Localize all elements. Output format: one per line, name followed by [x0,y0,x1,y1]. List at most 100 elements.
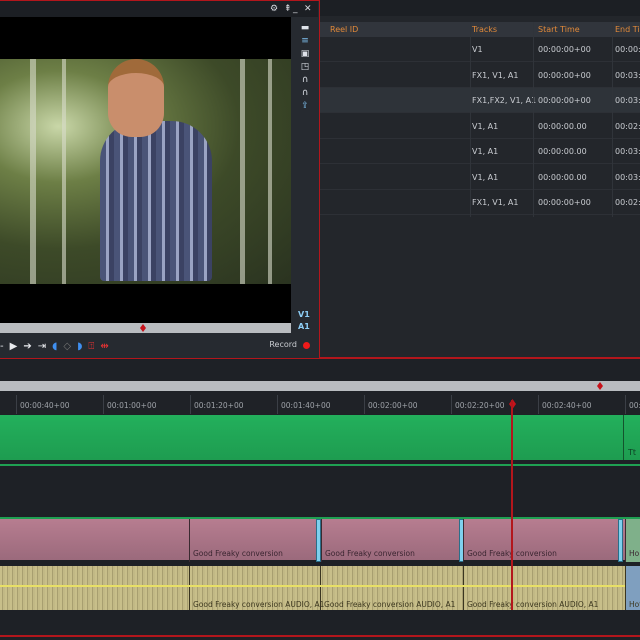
clip-list-row[interactable]: FX1,FX2, V1, A1 00:00:00+00 00:03: [320,88,640,113]
step-back-icon[interactable]: - [0,341,4,352]
audio-clip-label[interactable]: Good Freaky conversion AUDIO, A1 [324,600,455,609]
title-clip-label: Tt [628,448,637,457]
video-clip-label[interactable]: Ho [629,549,639,558]
video-clip-label[interactable]: Good Freaky conversion [325,549,415,558]
cell-end: 00:03: [615,70,640,80]
layers-icon[interactable]: ≡ [298,36,312,46]
column-reel-id[interactable]: Reel ID [330,22,358,37]
ruler-tick [16,395,17,414]
folder-icon[interactable]: ▬ [298,23,312,33]
gear-icon[interactable]: ⚙ [270,4,278,14]
viewer-panel: ⚙ ⇞ _ ✕ ▬ ≡ ▣ ◳ ∩ ∩ ⇪ V1 A1 - ▶ ➔ ⇥ ◖ ◇ … [0,0,320,359]
track-label-a1: A1 [298,322,310,331]
cell-start: 00:00:00+00 [538,198,591,207]
clip-list-row[interactable]: V1 00:00:00+00 00:00: [320,37,640,62]
cell-tracks: V1, A1 [472,172,499,182]
cell-start: 00:00:00+00 [538,70,591,80]
cell-tracks: V1 [472,45,483,54]
clip-list-row[interactable]: V1, A1 00:00:00.00 00:03: [320,165,640,190]
pip-icon[interactable]: ◳ [298,62,312,72]
ruler-timecode: 00:00:40+00 [20,401,70,410]
column-start-time[interactable]: Start Time [538,22,580,37]
cell-tracks: FX1, V1, A1 [472,70,519,80]
ruler-tick [451,395,452,414]
video-frame [0,59,291,284]
audio-track[interactable]: Good Freaky conversion AUDIO, A1 Good Fre… [0,566,640,610]
audio-clip-label[interactable]: Good Freaky conversion AUDIO, A1 [467,600,598,609]
audio-clip-label[interactable]: Hot [629,600,640,609]
ruler-timecode: 00:02:00+00 [368,401,418,410]
play-icon[interactable]: ▶ [10,341,18,352]
viewer-title-bar: ⚙ ⇞ _ ✕ [0,1,318,17]
video-clip-label[interactable]: Good Freaky conversion [193,549,283,558]
ruler-timecode: 00:02:20+00 [455,401,505,410]
mark-out-icon[interactable]: ◗ [77,341,82,352]
cell-tracks: V1, A1 [472,121,499,131]
title-track[interactable]: Tt [0,415,640,460]
close-icon[interactable]: ✕ [304,4,312,14]
cell-tracks: FX1,FX2, V1, A1 [472,96,537,105]
timeline-scrubber[interactable] [0,381,640,391]
clip-list-row[interactable]: V1, A1 00:00:00.00 00:02: [320,114,640,139]
record-label[interactable]: Record [269,340,297,349]
track-divider [0,464,640,466]
panel-border [0,635,640,637]
clip-list-title-bar [320,0,640,16]
cell-start: 00:00:00.00 [538,172,587,182]
ruler-timecode: 00:02:40+00 [542,401,592,410]
transition[interactable] [618,519,623,562]
cell-start: 00:00:00+00 [538,45,591,54]
playhead-marker[interactable] [140,324,146,332]
cell-start: 00:00:00+00 [538,96,591,105]
viewer-tool-buttons: ▬ ≡ ▣ ◳ ∩ ∩ ⇪ [296,23,314,114]
timeline-scrub-marker[interactable] [597,382,603,390]
pin-icon[interactable]: ⇞ [284,4,292,14]
video-track[interactable]: Good Freaky conversion Good Freaky conver… [0,517,640,562]
ruler-tick [277,395,278,414]
ruler-tick [364,395,365,414]
clip-list-row[interactable]: FX1, V1, A1 00:00:00+00 00:03: [320,63,640,88]
cell-end: 00:03: [615,147,640,156]
cell-end: 00:03: [615,172,640,182]
timeline-ruler[interactable]: 00:00:40+00 00:01:00+00 00:01:20+00 00:01:4… [0,392,640,414]
cell-end: 00:00: [615,45,640,54]
ruler-timecode: 00:0 [629,401,640,410]
undo-arc-icon[interactable]: ∩ [298,75,312,85]
cell-tracks: V1, A1 [472,147,499,156]
cell-tracks: FX1, V1, A1 [472,198,519,207]
timeline-playhead[interactable] [511,400,513,610]
clip-list-header: Reel ID Tracks Start Time End Ti [320,22,640,37]
overwrite-icon[interactable]: ⇹ [100,341,108,352]
viewer-scrubber[interactable] [0,323,291,333]
ruler-tick [625,395,626,414]
track-label-v1: V1 [298,310,310,319]
frame-icon[interactable]: ▣ [298,49,312,59]
cell-end: 00:03: [615,96,640,105]
transport-controls: - ▶ ➔ ⇥ ◖ ◇ ◗ ⍐ ⇹ [0,339,109,353]
export-icon[interactable]: ⇪ [298,101,312,111]
audio-volume-line[interactable] [0,585,625,587]
clip-list-row[interactable]: V1, A1 00:00:00.00 00:03: [320,139,640,164]
ruler-timecode: 00:01:20+00 [194,401,244,410]
ruler-tick [190,395,191,414]
go-to-end-icon[interactable]: ⇥ [38,341,46,352]
cell-start: 00:00:00.00 [538,121,587,131]
audio-clip-label[interactable]: Good Freaky conversion AUDIO, A1 [193,600,324,609]
ruler-tick [538,395,539,414]
minimize-icon[interactable]: _ [293,4,298,14]
ruler-timecode: 00:01:40+00 [281,401,331,410]
cell-end: 00:02: [615,198,640,207]
record-icon[interactable] [303,342,310,349]
redo-arc-icon[interactable]: ∩ [298,88,312,98]
mark-clip-icon[interactable]: ◇ [63,341,71,352]
insert-icon[interactable]: ⍐ [88,341,94,352]
step-forward-icon[interactable]: ➔ [23,341,31,352]
mark-in-icon[interactable]: ◖ [52,341,57,352]
ruler-tick [103,395,104,414]
column-end-time[interactable]: End Ti [615,22,640,37]
column-tracks[interactable]: Tracks [472,22,497,37]
cell-end: 00:02: [615,121,640,131]
clip-list-row[interactable]: FX1, V1, A1 00:00:00+00 00:02: [320,190,640,215]
clip-list-panel: Reel ID Tracks Start Time End Ti V1 00:00… [320,0,640,359]
cell-start: 00:00:00.00 [538,147,587,156]
